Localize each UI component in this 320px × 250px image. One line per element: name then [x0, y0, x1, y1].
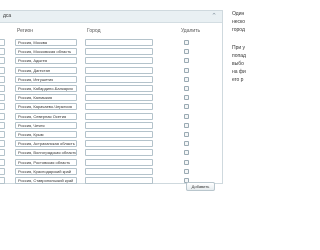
region-field[interactable]: Россия, Краснодарский край — [15, 167, 77, 175]
region-field[interactable]: Россия, Чечня — [15, 121, 77, 129]
delete-checkbox[interactable] — [184, 49, 189, 55]
region-field[interactable]: Россия, Ингушетия — [15, 75, 77, 83]
region-value: Россия, Карачаево-Черкесия — [18, 104, 72, 110]
row-leading-field[interactable] — [0, 39, 5, 46]
row-leading-field[interactable] — [0, 48, 5, 56]
side-text-line: При у — [232, 45, 246, 51]
row-leading-field[interactable] — [0, 177, 5, 184]
delete-checkbox[interactable] — [184, 67, 189, 73]
row-leading-field[interactable] — [0, 75, 5, 83]
city-field[interactable] — [85, 177, 153, 184]
delete-checkbox[interactable] — [184, 58, 189, 64]
row-leading-field[interactable] — [0, 140, 5, 148]
region-value: Россия, Крым — [18, 132, 44, 137]
region-field[interactable]: Россия, Ростовская область — [15, 158, 77, 166]
region-value: Россия, Москва — [18, 40, 47, 45]
row-leading-field[interactable] — [0, 85, 5, 92]
screen: дса ⌃ Регион Город Удалить Россия, Москв… — [0, 0, 250, 250]
region-field[interactable]: Россия, Кабардино-Балкария — [15, 85, 77, 92]
delete-checkbox[interactable] — [184, 76, 189, 82]
column-header-city: Город — [87, 28, 101, 34]
city-field[interactable] — [85, 103, 153, 111]
regions-panel: дса ⌃ Регион Город Удалить Россия, Москв… — [0, 10, 223, 191]
city-field[interactable] — [85, 66, 153, 74]
row-leading-field[interactable] — [0, 103, 5, 111]
city-field[interactable] — [85, 121, 153, 129]
city-field[interactable] — [85, 94, 153, 102]
region-value: Россия, Волгоградская область — [18, 150, 76, 156]
side-text-line: город — [232, 27, 245, 33]
collapse-icon[interactable]: ⌃ — [211, 12, 217, 21]
city-field[interactable] — [85, 140, 153, 148]
city-field[interactable] — [85, 39, 153, 46]
city-field[interactable] — [85, 158, 153, 166]
row-leading-field[interactable] — [0, 167, 5, 175]
row-leading-field[interactable] — [0, 121, 5, 129]
row-leading-field[interactable] — [0, 66, 5, 74]
region-value: Россия, Краснодарский край — [18, 168, 72, 174]
row-leading-field[interactable] — [0, 131, 5, 138]
delete-checkbox[interactable] — [184, 40, 189, 45]
side-text-line: Один — [232, 11, 245, 17]
city-field[interactable] — [85, 75, 153, 83]
region-value: Россия, Северная Осетия — [18, 113, 67, 119]
add-button[interactable]: Добавить — [186, 182, 215, 191]
row-leading-field[interactable] — [0, 158, 5, 166]
region-value: Россия, Кабардино-Балкария — [18, 86, 73, 91]
region-value: Россия, Чечня — [18, 122, 45, 128]
delete-checkbox[interactable] — [184, 113, 189, 119]
row-leading-field[interactable] — [0, 149, 5, 157]
side-text-line: на фи — [232, 69, 246, 75]
delete-checkbox[interactable] — [184, 150, 189, 156]
row-leading-field[interactable] — [0, 112, 5, 120]
panel-header[interactable]: дса ⌃ — [0, 11, 222, 23]
region-field[interactable]: Россия, Карачаево-Черкесия — [15, 103, 77, 111]
region-value: Россия, Ингушетия — [18, 76, 54, 82]
delete-checkbox[interactable] — [184, 168, 189, 174]
region-field[interactable]: Россия, Дагестан — [15, 66, 77, 74]
delete-checkbox[interactable] — [184, 104, 189, 110]
region-field[interactable]: Россия, Волгоградская область — [15, 149, 77, 157]
city-field[interactable] — [85, 167, 153, 175]
column-header-delete: Удалить — [181, 28, 201, 34]
region-value: Россия, Астраханская область — [18, 141, 75, 147]
region-value: Россия, Калмыкия — [18, 95, 53, 101]
region-value: Россия, Ростовская область — [18, 159, 71, 165]
side-text-line: его р — [232, 77, 244, 83]
region-value: Россия, Дагестан — [18, 67, 51, 73]
city-field[interactable] — [85, 57, 153, 65]
delete-checkbox[interactable] — [184, 122, 189, 128]
city-field[interactable] — [85, 149, 153, 157]
region-field[interactable]: Россия, Адыгея — [15, 57, 77, 65]
city-field[interactable] — [85, 131, 153, 138]
delete-checkbox[interactable] — [184, 141, 189, 147]
city-field[interactable] — [85, 112, 153, 120]
region-field[interactable]: Россия, Северная Осетия — [15, 112, 77, 120]
delete-checkbox[interactable] — [184, 95, 189, 101]
region-field[interactable]: Россия, Московская область — [15, 48, 77, 56]
side-text-line: попад — [232, 53, 246, 59]
column-header-region: Регион — [17, 28, 34, 34]
row-leading-field[interactable] — [0, 57, 5, 65]
city-field[interactable] — [85, 48, 153, 56]
delete-checkbox[interactable] — [184, 159, 189, 165]
region-value: Россия, Московская область — [18, 49, 72, 55]
region-field[interactable]: Россия, Астраханская область — [15, 140, 77, 148]
panel-title: дса — [3, 13, 12, 19]
region-field[interactable]: Россия, Ставропольский край — [15, 177, 77, 184]
side-text-line: выбо — [232, 61, 244, 67]
row-leading-field[interactable] — [0, 94, 5, 102]
region-value: Россия, Адыгея — [18, 58, 47, 64]
region-field[interactable]: Россия, Москва — [15, 39, 77, 46]
region-field[interactable]: Россия, Крым — [15, 131, 77, 138]
delete-checkbox[interactable] — [184, 132, 189, 137]
region-value: Россия, Ставропольский край — [18, 178, 74, 183]
region-field[interactable]: Россия, Калмыкия — [15, 94, 77, 102]
delete-checkbox[interactable] — [184, 86, 189, 91]
side-text-line: неско — [232, 19, 246, 25]
city-field[interactable] — [85, 85, 153, 92]
